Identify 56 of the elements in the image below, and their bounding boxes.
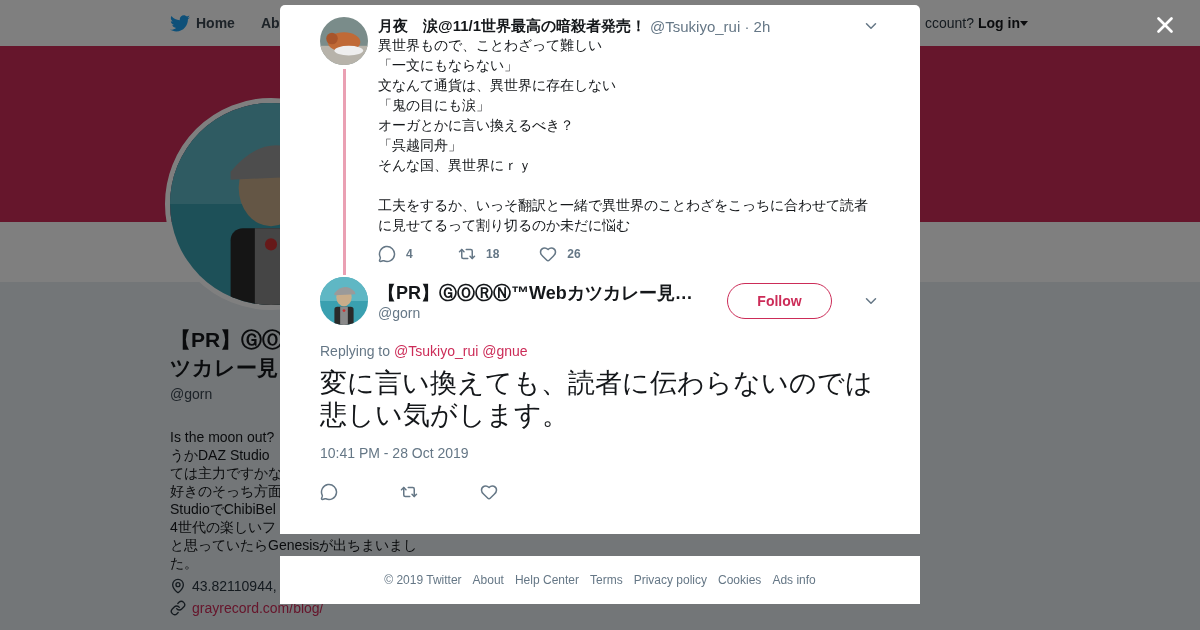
nav-link[interactable]: Home xyxy=(170,14,235,32)
like-button[interactable] xyxy=(480,483,498,501)
bio-text: た。 xyxy=(170,554,198,572)
bio-text: ては主力ですかな xyxy=(170,464,282,482)
footer-link[interactable]: © 2019 Twitter xyxy=(384,573,462,587)
tweet-text-line: 「一文にもならない」 xyxy=(378,56,519,75)
heart-icon xyxy=(480,483,498,501)
like-button[interactable]: 26 xyxy=(539,245,581,263)
reply-button[interactable] xyxy=(320,483,338,501)
bio-text: StudioでChibiBel xyxy=(170,500,276,518)
follow-button[interactable]: Follow xyxy=(727,283,832,319)
tweet-text-line: 「呉越同舟」 xyxy=(378,136,463,155)
tweet-text-line: 文なんて通貨は、異世界に存在しない xyxy=(378,76,617,95)
reply-button[interactable]: 4 xyxy=(378,245,418,263)
profile-handle: @gorn xyxy=(170,386,213,402)
tweet-text-line: オーガとかに言い換えるべき？ xyxy=(378,116,575,135)
retweet-button[interactable]: 18 xyxy=(458,245,500,263)
speech-bubble-icon xyxy=(378,245,396,263)
author-handle-time: @Tsukiyo_rui · 2h xyxy=(650,17,771,35)
bio-text: 4世代の楽しいフ xyxy=(170,518,276,536)
caret-icon xyxy=(1020,20,1028,26)
footer-link[interactable]: Terms xyxy=(590,573,623,587)
mention-link[interactable]: @gnue xyxy=(482,343,528,359)
bio-text: Is the moon out? xyxy=(170,428,275,446)
tweet-text-line: に見せてるって割り切るのか未だに悩む xyxy=(378,216,631,235)
author-name[interactable]: 月夜 涙@11/1世界最高の暗殺者発売！ xyxy=(378,16,646,36)
nav-link[interactable]: Ab xyxy=(260,15,280,31)
tweet-text-line: 悲しい気がします。 xyxy=(320,399,570,431)
replying-label: Replying to xyxy=(320,343,391,359)
author-handle: @gorn xyxy=(378,305,422,321)
mention-link[interactable]: @Tsukiyo_rui xyxy=(394,343,479,359)
tweet-text-line: そんな国、異世界にｒｙ xyxy=(378,156,533,175)
tweet-text-line: 異世界もので、ことわざって難しい xyxy=(378,36,603,55)
profile-name: ツカレー見 xyxy=(170,355,278,381)
link-icon xyxy=(170,600,186,616)
footer-link[interactable]: Help Center xyxy=(514,573,579,587)
bio-text: うかDAZ Studio xyxy=(170,446,270,464)
footer-link[interactable]: Ads info xyxy=(772,573,816,587)
footer-link[interactable]: Privacy policy xyxy=(633,573,707,587)
tweet-text-line: 「鬼の目にも涙」 xyxy=(378,96,491,115)
author-name[interactable]: 【PR】ⒼⓄⓇⓃ™Webカツカレー見… xyxy=(378,281,717,305)
bio-text: と思っていたらGenesisが出ちまいまし xyxy=(170,536,418,554)
heart-icon xyxy=(539,245,558,263)
bio-text: 好きのそっち方面 xyxy=(170,482,282,500)
footer-link[interactable]: Cookies xyxy=(718,573,762,587)
speech-bubble-icon xyxy=(320,483,338,501)
location-pin-icon xyxy=(170,578,186,594)
tweet-text-line: 変に言い換えても、読者に伝わらないのでは xyxy=(320,367,874,399)
footer-link[interactable]: About xyxy=(472,573,504,587)
tweet-text-line: 工夫をするか、いっそ翻訳と一緒で異世界のことわざをこっちに合わせて読者 xyxy=(378,196,869,215)
tweet-timestamp: 10:41 PM - 28 Oct 2019 xyxy=(320,445,470,461)
login-link[interactable]: Log in xyxy=(978,15,1028,31)
location-text: 43.82110944, xyxy=(192,578,277,594)
website-link[interactable]: grayrecord.com/blog/ xyxy=(192,600,324,616)
account-prompt: ccount? xyxy=(924,15,974,31)
bird-icon xyxy=(170,14,190,32)
